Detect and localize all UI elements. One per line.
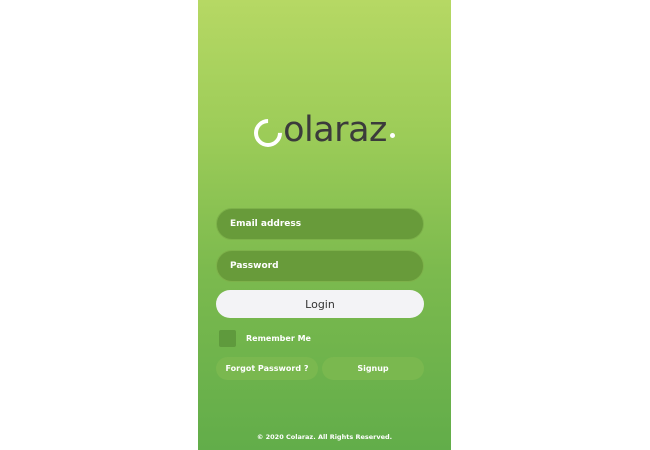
signup-button[interactable]: Signup <box>322 357 424 380</box>
logo-dot-icon <box>389 132 395 138</box>
remember-me-row: Remember Me <box>219 330 311 347</box>
logo-wordmark-text: olaraz <box>283 109 387 150</box>
email-field-wrapper <box>216 208 424 240</box>
logo-c-ring-icon <box>248 113 288 153</box>
password-field-wrapper <box>216 250 424 282</box>
remember-me-checkbox[interactable] <box>219 330 236 347</box>
password-field[interactable] <box>217 261 423 271</box>
remember-me-label: Remember Me <box>246 334 311 343</box>
logo-wordmark: olaraz <box>248 109 395 153</box>
copyright-footer: © 2020 Colaraz. All Rights Reserved. <box>256 433 393 441</box>
forgot-password-button[interactable]: Forgot Password ? <box>216 357 318 380</box>
login-screen: olaraz Login Remember Me Forgot Password… <box>198 0 451 450</box>
login-button[interactable]: Login <box>216 290 424 318</box>
email-field[interactable] <box>217 219 423 229</box>
colaraz-logo: olaraz <box>198 108 451 153</box>
